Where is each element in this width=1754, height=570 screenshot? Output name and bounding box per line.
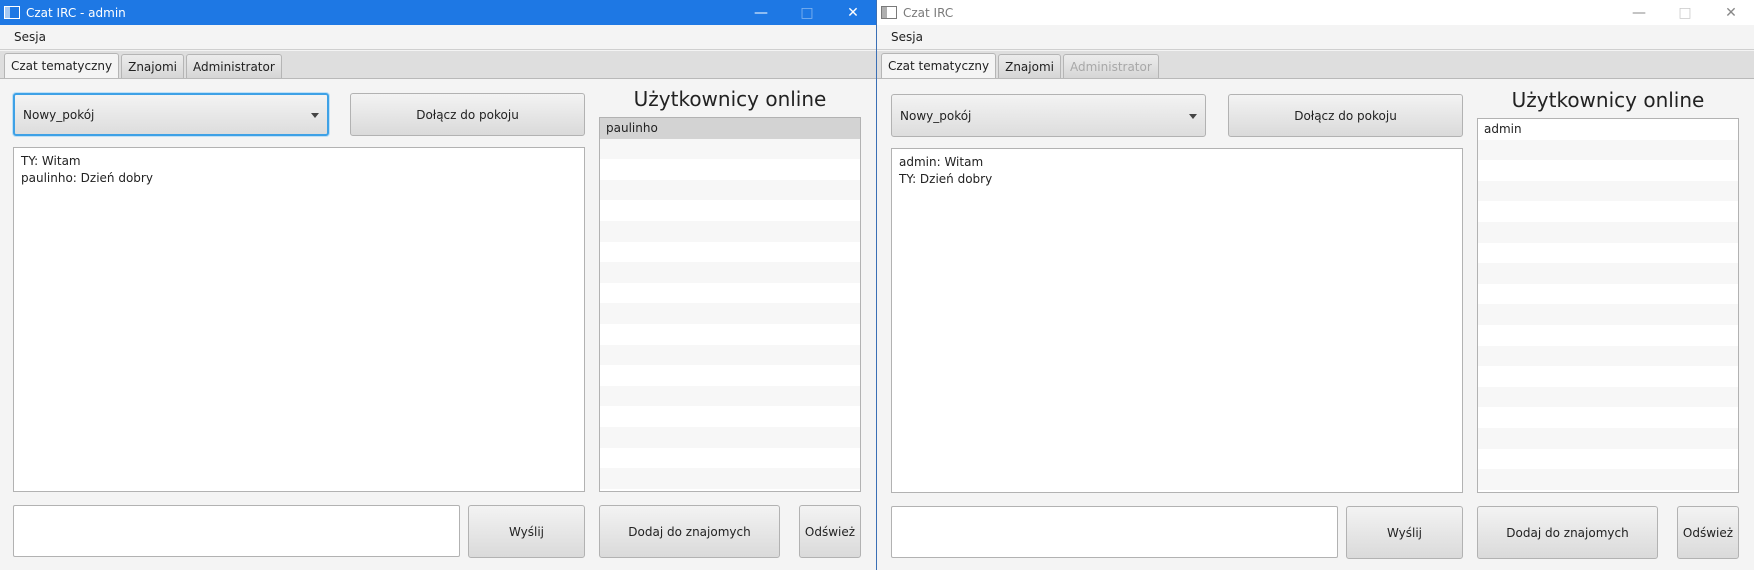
chat-window-user: Czat IRC — □ ✕ Sesja Czat tematyczny Zna… — [876, 0, 1754, 570]
window-title: Czat IRC - admin — [26, 5, 126, 20]
tab-czat-tematyczny[interactable]: Czat tematyczny — [4, 53, 120, 78]
app-icon — [881, 6, 897, 19]
menu-bar: Sesja — [877, 25, 1754, 50]
title-bar[interactable]: Czat IRC - admin — □ ✕ — [0, 0, 876, 25]
send-button[interactable]: Wyślij — [1346, 506, 1463, 559]
online-users-list[interactable]: admin — [1477, 118, 1739, 493]
chat-message: paulinho: Dzień dobry — [21, 171, 153, 185]
tab-znajomi[interactable]: Znajomi — [998, 54, 1061, 78]
chevron-down-icon — [1189, 113, 1197, 119]
tab-znajomi[interactable]: Znajomi — [121, 54, 184, 78]
window-title: Czat IRC — [903, 5, 954, 20]
list-item[interactable]: admin — [1478, 119, 1738, 140]
online-users-list[interactable]: paulinho — [599, 117, 861, 492]
chat-message: TY: Witam — [21, 154, 81, 168]
app-icon — [4, 6, 20, 19]
close-icon[interactable]: ✕ — [830, 0, 876, 25]
room-select[interactable]: Nowy_pokój — [891, 94, 1206, 137]
message-input[interactable] — [891, 506, 1338, 558]
minimize-icon[interactable]: — — [738, 0, 784, 25]
add-friend-button[interactable]: Dodaj do znajomych — [1477, 506, 1658, 559]
menu-bar: Sesja — [0, 25, 876, 50]
refresh-button[interactable]: Odśwież — [799, 505, 861, 558]
close-icon[interactable]: ✕ — [1708, 0, 1754, 25]
tab-czat-tematyczny[interactable]: Czat tematyczny — [881, 53, 997, 78]
list-item[interactable]: paulinho — [600, 118, 860, 139]
room-select[interactable]: Nowy_pokój — [13, 93, 329, 136]
maximize-icon[interactable]: □ — [1662, 0, 1708, 25]
chat-window-admin: Czat IRC - admin — □ ✕ Sesja Czat tematy… — [0, 0, 876, 570]
maximize-icon[interactable]: □ — [784, 0, 830, 25]
tab-administrator: Administrator — [1062, 54, 1159, 78]
send-button[interactable]: Wyślij — [468, 505, 585, 558]
online-users-heading: Użytkownicy online — [633, 87, 827, 111]
join-room-button[interactable]: Dołącz do pokoju — [350, 93, 585, 136]
room-select-value: Nowy_pokój — [900, 108, 972, 123]
chat-message: TY: Dzień dobry — [899, 172, 993, 186]
chat-message: admin: Witam — [899, 155, 984, 169]
join-room-button[interactable]: Dołącz do pokoju — [1228, 94, 1463, 137]
chevron-down-icon — [311, 112, 319, 118]
refresh-button[interactable]: Odśwież — [1677, 506, 1739, 559]
tab-administrator[interactable]: Administrator — [185, 54, 282, 78]
chat-log[interactable]: admin: Witam TY: Dzień dobry — [891, 148, 1463, 493]
add-friend-button[interactable]: Dodaj do znajomych — [599, 505, 780, 558]
menu-sesja[interactable]: Sesja — [891, 30, 923, 44]
tab-bar: Czat tematyczny Znajomi Administrator — [877, 51, 1754, 79]
room-select-value: Nowy_pokój — [23, 107, 95, 122]
tab-bar: Czat tematyczny Znajomi Administrator — [0, 51, 876, 79]
menu-sesja[interactable]: Sesja — [14, 30, 46, 44]
message-input[interactable] — [13, 505, 460, 557]
online-users-heading: Użytkownicy online — [1511, 88, 1705, 112]
chat-log[interactable]: TY: Witam paulinho: Dzień dobry — [13, 147, 585, 492]
minimize-icon[interactable]: — — [1616, 0, 1662, 25]
title-bar[interactable]: Czat IRC — □ ✕ — [877, 0, 1754, 25]
